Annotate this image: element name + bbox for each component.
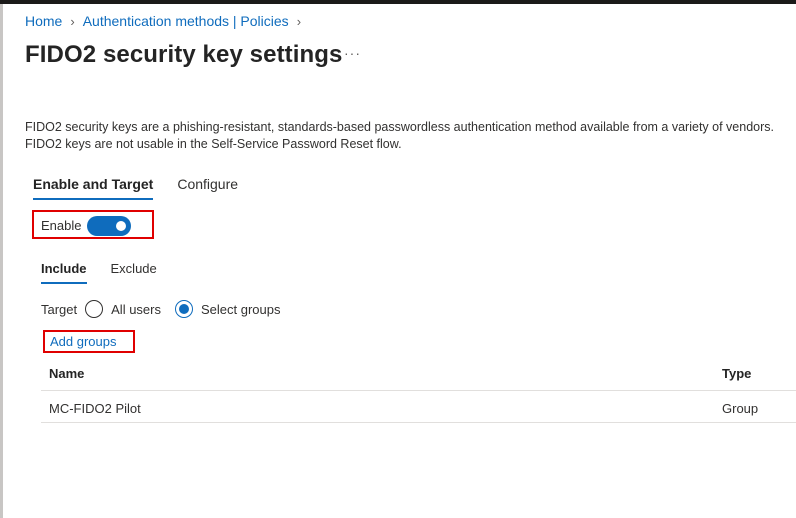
left-edge-scrollbar[interactable] xyxy=(0,4,3,518)
top-bar xyxy=(0,0,796,4)
radio-select-groups-label[interactable]: Select groups xyxy=(201,302,281,317)
row-name: MC-FIDO2 Pilot xyxy=(49,401,141,416)
radio-selected-dot xyxy=(179,304,189,314)
toggle-knob xyxy=(116,221,126,231)
column-header-name[interactable]: Name xyxy=(49,366,84,381)
row-type: Group xyxy=(722,401,759,416)
enable-label: Enable xyxy=(41,218,82,233)
breadcrumb: Home › Authentication methods | Policies… xyxy=(25,13,309,29)
chevron-right-icon: › xyxy=(296,13,302,29)
radio-all-users-label[interactable]: All users xyxy=(111,302,161,317)
target-radio-group: Target All users Select groups xyxy=(41,300,295,318)
description: FIDO2 security keys are a phishing-resis… xyxy=(25,119,774,153)
tab-exclude[interactable]: Exclude xyxy=(111,261,157,284)
table-row[interactable]: MC-FIDO2 Pilot Group xyxy=(41,391,796,423)
enable-toggle[interactable] xyxy=(87,216,131,236)
breadcrumb-home[interactable]: Home xyxy=(25,13,62,29)
add-groups-link[interactable]: Add groups xyxy=(50,334,117,349)
groups-table: Name Type MC-FIDO2 Pilot Group xyxy=(41,358,796,423)
more-options-icon[interactable]: ··· xyxy=(344,45,361,61)
table-header: Name Type xyxy=(41,358,796,391)
target-subtabs: Include Exclude xyxy=(41,261,181,284)
description-line-1: FIDO2 security keys are a phishing-resis… xyxy=(25,120,774,134)
settings-tabs: Enable and Target Configure xyxy=(33,176,262,200)
breadcrumb-auth-methods-policies[interactable]: Authentication methods | Policies xyxy=(83,13,289,29)
tab-configure[interactable]: Configure xyxy=(177,176,238,200)
chevron-right-icon: › xyxy=(70,13,75,29)
column-header-type[interactable]: Type xyxy=(722,366,751,381)
radio-select-groups[interactable] xyxy=(175,300,193,318)
page-title: FIDO2 security key settings xyxy=(25,41,343,68)
tab-include[interactable]: Include xyxy=(41,261,87,284)
target-label: Target xyxy=(41,301,78,317)
description-line-2: FIDO2 keys are not usable in the Self-Se… xyxy=(25,137,402,151)
radio-all-users[interactable] xyxy=(85,300,104,318)
tab-enable-and-target[interactable]: Enable and Target xyxy=(33,176,154,200)
